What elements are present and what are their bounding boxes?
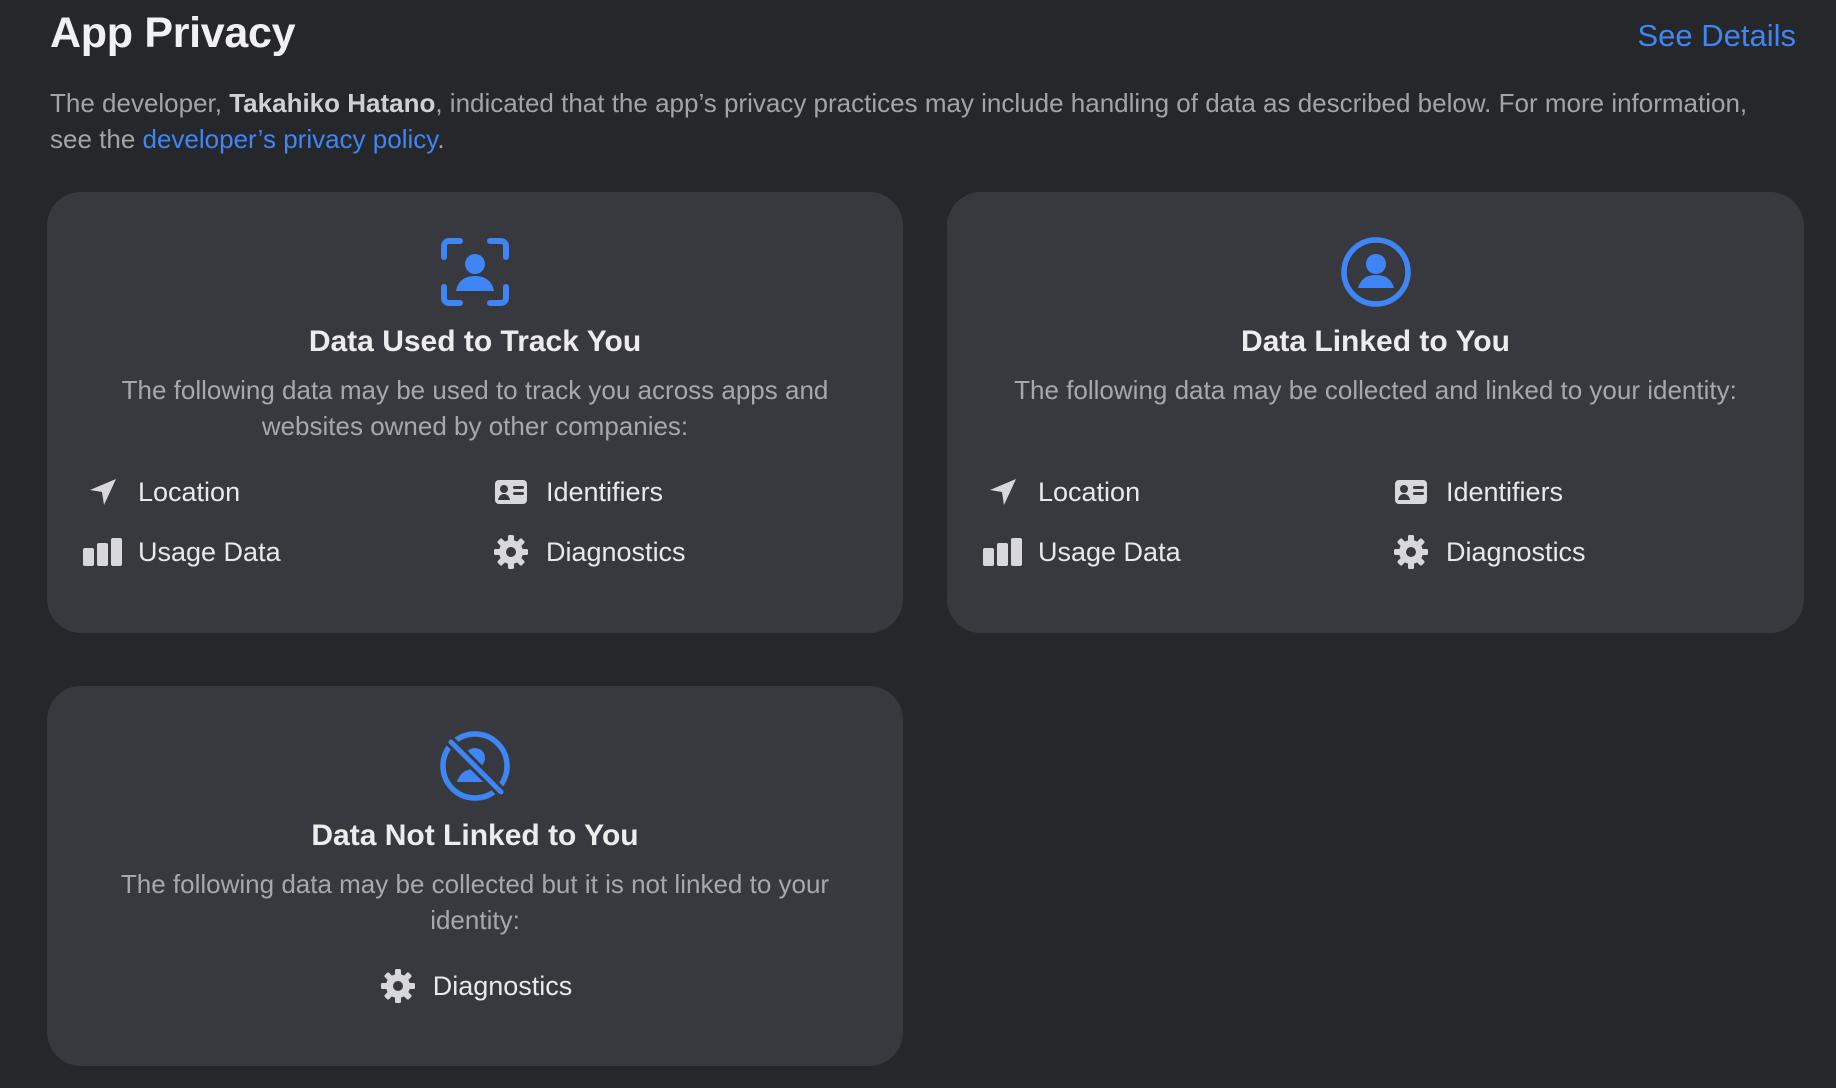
id-card-icon: [1391, 472, 1431, 512]
intro-suffix: .: [437, 124, 445, 154]
see-details-link[interactable]: See Details: [1637, 15, 1796, 57]
privacy-policy-link[interactable]: developer’s privacy policy: [143, 124, 438, 154]
usage-bars-icon: [83, 532, 123, 572]
privacy-intro-text: The developer, Takahiko Hatano, indicate…: [50, 85, 1780, 157]
card-title: Data Used to Track You: [308, 325, 642, 358]
data-item-label: Diagnostics: [546, 537, 686, 567]
data-item-identifiers: Identifiers: [1391, 472, 1768, 512]
data-item-diagnostics: Diagnostics: [378, 966, 573, 1006]
person-viewfinder-icon: [439, 236, 511, 308]
data-item-label: Usage Data: [1038, 537, 1181, 567]
data-item-usage-data: Usage Data: [983, 532, 1391, 572]
card-data-linked-to-you: Data Linked to You The following data ma…: [947, 192, 1804, 633]
card-description: The following data may be collected and …: [1014, 375, 1737, 405]
data-type-list: Location Identifiers Usage Data Diagnost…: [983, 472, 1768, 572]
data-item-location: Location: [83, 472, 491, 512]
data-item-location: Location: [983, 472, 1391, 512]
card-description: The following data may be collected but …: [120, 869, 830, 935]
page-title: App Privacy: [50, 9, 296, 57]
id-card-icon: [491, 472, 531, 512]
data-type-list: Location Identifiers Usage Data Diagnost…: [83, 472, 867, 572]
location-arrow-icon: [83, 472, 123, 512]
gear-icon: [491, 532, 531, 572]
card-data-not-linked-to-you: Data Not Linked to You The following dat…: [47, 686, 903, 1066]
data-item-label: Usage Data: [138, 537, 281, 567]
intro-prefix: The developer,: [50, 88, 230, 118]
developer-name: Takahiko Hatano: [229, 88, 436, 118]
data-item-label: Identifiers: [1446, 477, 1564, 507]
data-item-label: Location: [138, 477, 241, 507]
person-circle-icon: [1340, 236, 1412, 308]
card-data-used-to-track-you: Data Used to Track You The following dat…: [47, 192, 903, 633]
location-arrow-icon: [983, 472, 1023, 512]
data-item-identifiers: Identifiers: [491, 472, 867, 512]
data-item-label: Diagnostics: [1446, 537, 1586, 567]
gear-icon: [1391, 532, 1431, 572]
card-title: Data Not Linked to You: [311, 819, 639, 852]
gear-icon: [378, 966, 418, 1006]
data-item-label: Diagnostics: [432, 971, 573, 1001]
data-item-diagnostics: Diagnostics: [1391, 532, 1768, 572]
person-circle-slash-icon: [439, 730, 511, 802]
usage-bars-icon: [983, 532, 1023, 572]
data-item-usage-data: Usage Data: [83, 532, 491, 572]
data-item-label: Identifiers: [546, 477, 664, 507]
data-item-diagnostics: Diagnostics: [491, 532, 867, 572]
card-title: Data Linked to You: [1241, 325, 1510, 358]
card-description: The following data may be used to track …: [121, 375, 829, 441]
data-type-list: Diagnostics: [47, 966, 903, 1006]
data-item-label: Location: [1038, 477, 1141, 507]
